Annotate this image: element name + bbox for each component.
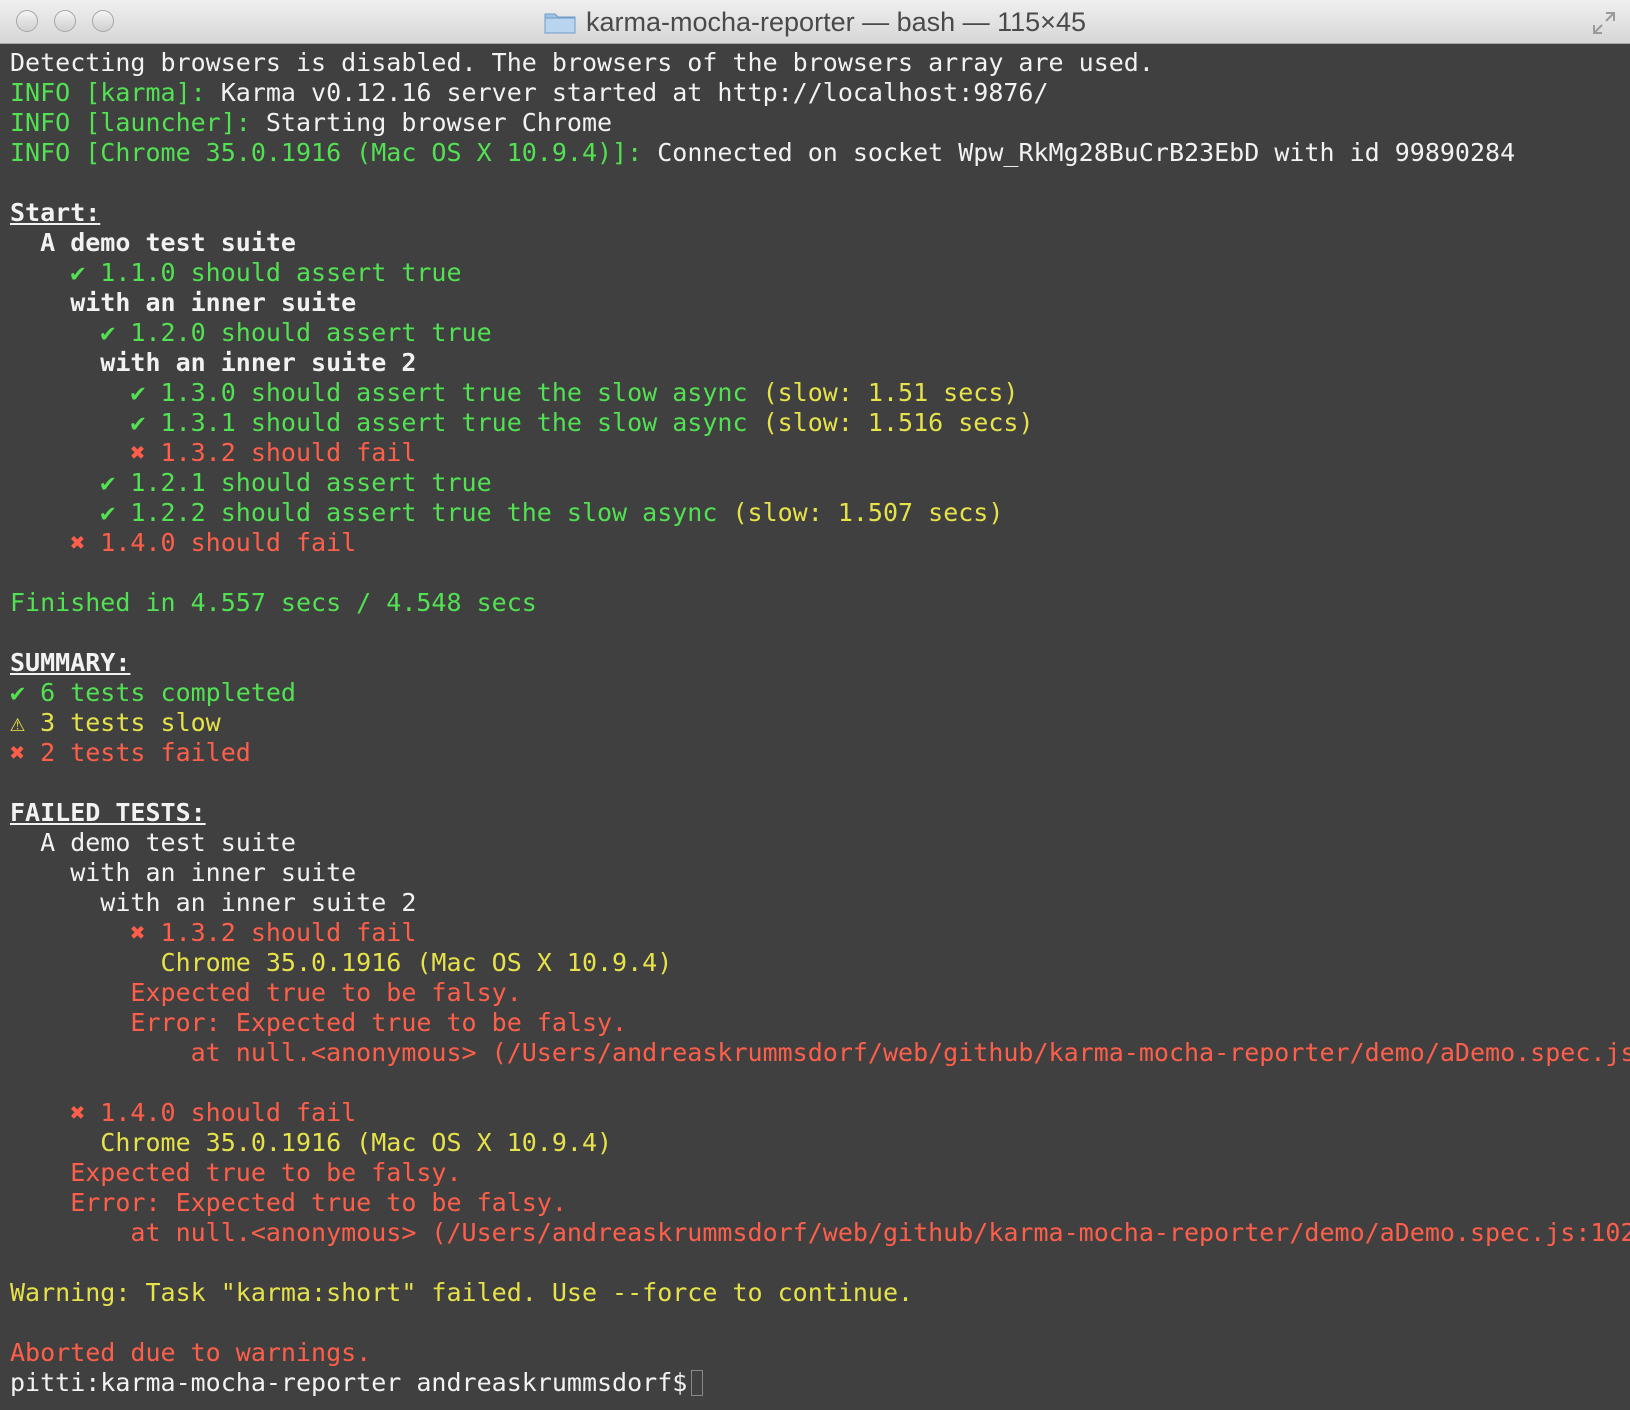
suite-title: with an inner suite (10, 858, 357, 887)
failed-test-error: Error: Expected true to be falsy. (10, 1008, 628, 1037)
log-text: Connected on socket Wpw_RkMg28BuCrB23EbD… (657, 138, 1516, 167)
slow-badge: (slow: 1.51 secs) (747, 378, 1019, 407)
suite-title: with an inner suite 2 (10, 888, 417, 917)
window-title-area: karma-mocha-reporter — bash — 115×45 (0, 0, 1630, 44)
terminal-output[interactable]: Detecting browsers is disabled. The brow… (10, 48, 1630, 1410)
failed-test-browser: Chrome 35.0.1916 (Mac OS X 10.9.4) (10, 948, 673, 977)
failed-test-message: Expected true to be falsy. (10, 978, 522, 1007)
title-bar[interactable]: karma-mocha-reporter — bash — 115×45 (0, 0, 1630, 44)
start-header: Start: (10, 198, 1630, 228)
log-text: Karma v0.12.16 server started at http://… (220, 78, 1049, 107)
failed-test-error: Error: Expected true to be falsy. (10, 1188, 567, 1217)
summary-header: SUMMARY: (10, 648, 1630, 678)
slow-badge: (slow: 1.516 secs) (747, 408, 1034, 437)
warning-line: Warning: Task "karma:short" failed. Use … (10, 1278, 914, 1307)
failed-test-message: Expected true to be falsy. (10, 1158, 462, 1187)
fullscreen-icon[interactable] (1592, 11, 1616, 35)
test-name: ✔ 1.2.2 should assert true the slow asyn… (10, 498, 718, 527)
failed-test-name: ✖ 1.3.2 should fail (10, 918, 417, 947)
log-prefix: INFO [Chrome 35.0.1916 (Mac OS X 10.9.4)… (10, 138, 658, 167)
summary-completed: ✔ 6 tests completed (10, 678, 296, 707)
test-pass-slow: ✔ 1.2.2 should assert true the slow asyn… (10, 498, 1630, 528)
test-pass: ✔ 1.2.1 should assert true (10, 468, 492, 497)
output-line: INFO [Chrome 35.0.1916 (Mac OS X 10.9.4)… (10, 138, 1630, 168)
terminal-window: karma-mocha-reporter — bash — 115×45 Det… (0, 0, 1630, 1410)
test-name: ✔ 1.3.1 should assert true the slow asyn… (10, 408, 748, 437)
window-title: karma-mocha-reporter — bash — 115×45 (586, 6, 1086, 37)
text-cursor[interactable] (691, 1370, 704, 1396)
suite-title: with an inner suite 2 (10, 348, 417, 377)
summary-header-text: SUMMARY: (10, 648, 131, 677)
suite-title: A demo test suite (10, 828, 296, 857)
failed-tests-header-text: FAILED TESTS: (10, 798, 206, 827)
test-pass-slow: ✔ 1.3.0 should assert true the slow asyn… (10, 378, 1630, 408)
failed-test-browser: Chrome 35.0.1916 (Mac OS X 10.9.4) (10, 1128, 613, 1157)
summary-failed: ✖ 2 tests failed (10, 738, 251, 767)
suite-title: with an inner suite (10, 288, 357, 317)
aborted-line: Aborted due to warnings. (10, 1338, 372, 1367)
summary-slow: ⚠ 3 tests slow (10, 708, 221, 737)
suite-title: A demo test suite (10, 228, 296, 257)
shell-prompt: pitti:karma-mocha-reporter andreaskrumms… (10, 1368, 688, 1397)
output-line: INFO [launcher]: Starting browser Chrome (10, 108, 1630, 138)
failed-tests-header: FAILED TESTS: (10, 798, 1630, 828)
log-prefix: INFO [launcher]: (10, 108, 266, 137)
finished-line: Finished in 4.557 secs / 4.548 secs (10, 588, 537, 617)
stack-trace: at null.<anonymous> (/Users/andreaskrumm… (10, 1038, 1630, 1067)
output-line: Detecting browsers is disabled. The brow… (10, 48, 1154, 77)
log-text: Starting browser Chrome (265, 108, 613, 137)
prompt-line[interactable]: pitti:karma-mocha-reporter andreaskrumms… (10, 1368, 1630, 1398)
failed-test-name: ✖ 1.4.0 should fail (10, 1098, 357, 1127)
start-header-text: Start: (10, 198, 101, 227)
slow-badge: (slow: 1.507 secs) (717, 498, 1004, 527)
test-fail: ✖ 1.4.0 should fail (10, 528, 357, 557)
log-prefix: INFO [karma]: (10, 78, 221, 107)
test-pass-slow: ✔ 1.3.1 should assert true the slow asyn… (10, 408, 1630, 438)
output-line: INFO [karma]: Karma v0.12.16 server star… (10, 78, 1630, 108)
test-pass: ✔ 1.1.0 should assert true (10, 258, 462, 287)
test-fail: ✖ 1.3.2 should fail (10, 438, 417, 467)
test-pass: ✔ 1.2.0 should assert true (10, 318, 492, 347)
folder-icon (544, 13, 576, 34)
test-name: ✔ 1.3.0 should assert true the slow asyn… (10, 378, 748, 407)
stack-trace: at null.<anonymous> (/Users/andreaskrumm… (10, 1218, 1630, 1247)
